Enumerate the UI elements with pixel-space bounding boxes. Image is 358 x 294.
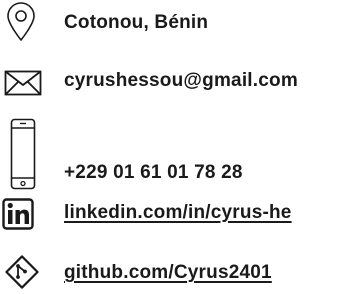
smartphone-icon	[10, 118, 36, 190]
contact-list: Cotonou, Bénin cyrushessou@gmail.com +22…	[0, 0, 358, 294]
envelope-icon	[4, 70, 42, 96]
github-link[interactable]: github.com/Cyrus2401	[64, 262, 272, 284]
linkedin-link[interactable]: linkedin.com/in/cyrus-he	[64, 202, 292, 224]
location-text: Cotonou, Bénin	[64, 12, 209, 33]
linkedin-icon	[2, 198, 34, 230]
contact-phone-row: +229 01 61 01 78 28	[0, 118, 358, 194]
contact-github-row[interactable]: github.com/Cyrus2401	[0, 246, 358, 290]
contact-linkedin-row[interactable]: linkedin.com/in/cyrus-he	[0, 194, 358, 234]
git-branch-icon	[4, 254, 40, 290]
contact-email-row: cyrushessou@gmail.com	[0, 62, 358, 106]
map-pin-icon	[4, 2, 38, 42]
phone-text: +229 01 61 01 78 28	[64, 162, 243, 183]
email-text: cyrushessou@gmail.com	[64, 70, 298, 91]
contact-location-row: Cotonou, Bénin	[0, 0, 358, 44]
